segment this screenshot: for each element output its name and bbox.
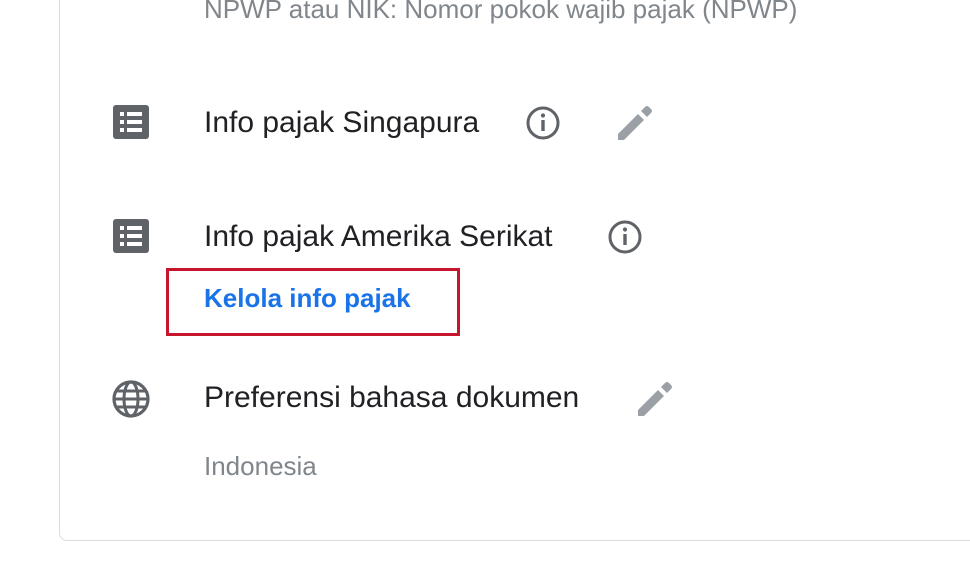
edit-icon[interactable] (634, 378, 674, 418)
row-label-document-language: Preferensi bahasa dokumen (204, 381, 580, 414)
document-language-value: Indonesia (204, 451, 317, 481)
info-icon[interactable] (524, 104, 564, 144)
list-icon (113, 219, 149, 253)
info-icon[interactable] (606, 218, 646, 258)
row-label-us-tax: Info pajak Amerika Serikat (204, 220, 553, 253)
row-label-singapore-tax: Info pajak Singapura (204, 106, 480, 139)
npwp-description: NPWP atau NIK: Nomor pokok wajib pajak (… (204, 0, 798, 24)
manage-tax-info-link[interactable]: Kelola info pajak (204, 283, 411, 314)
list-icon (113, 105, 149, 139)
globe-icon (112, 380, 150, 418)
edit-icon[interactable] (614, 102, 654, 142)
